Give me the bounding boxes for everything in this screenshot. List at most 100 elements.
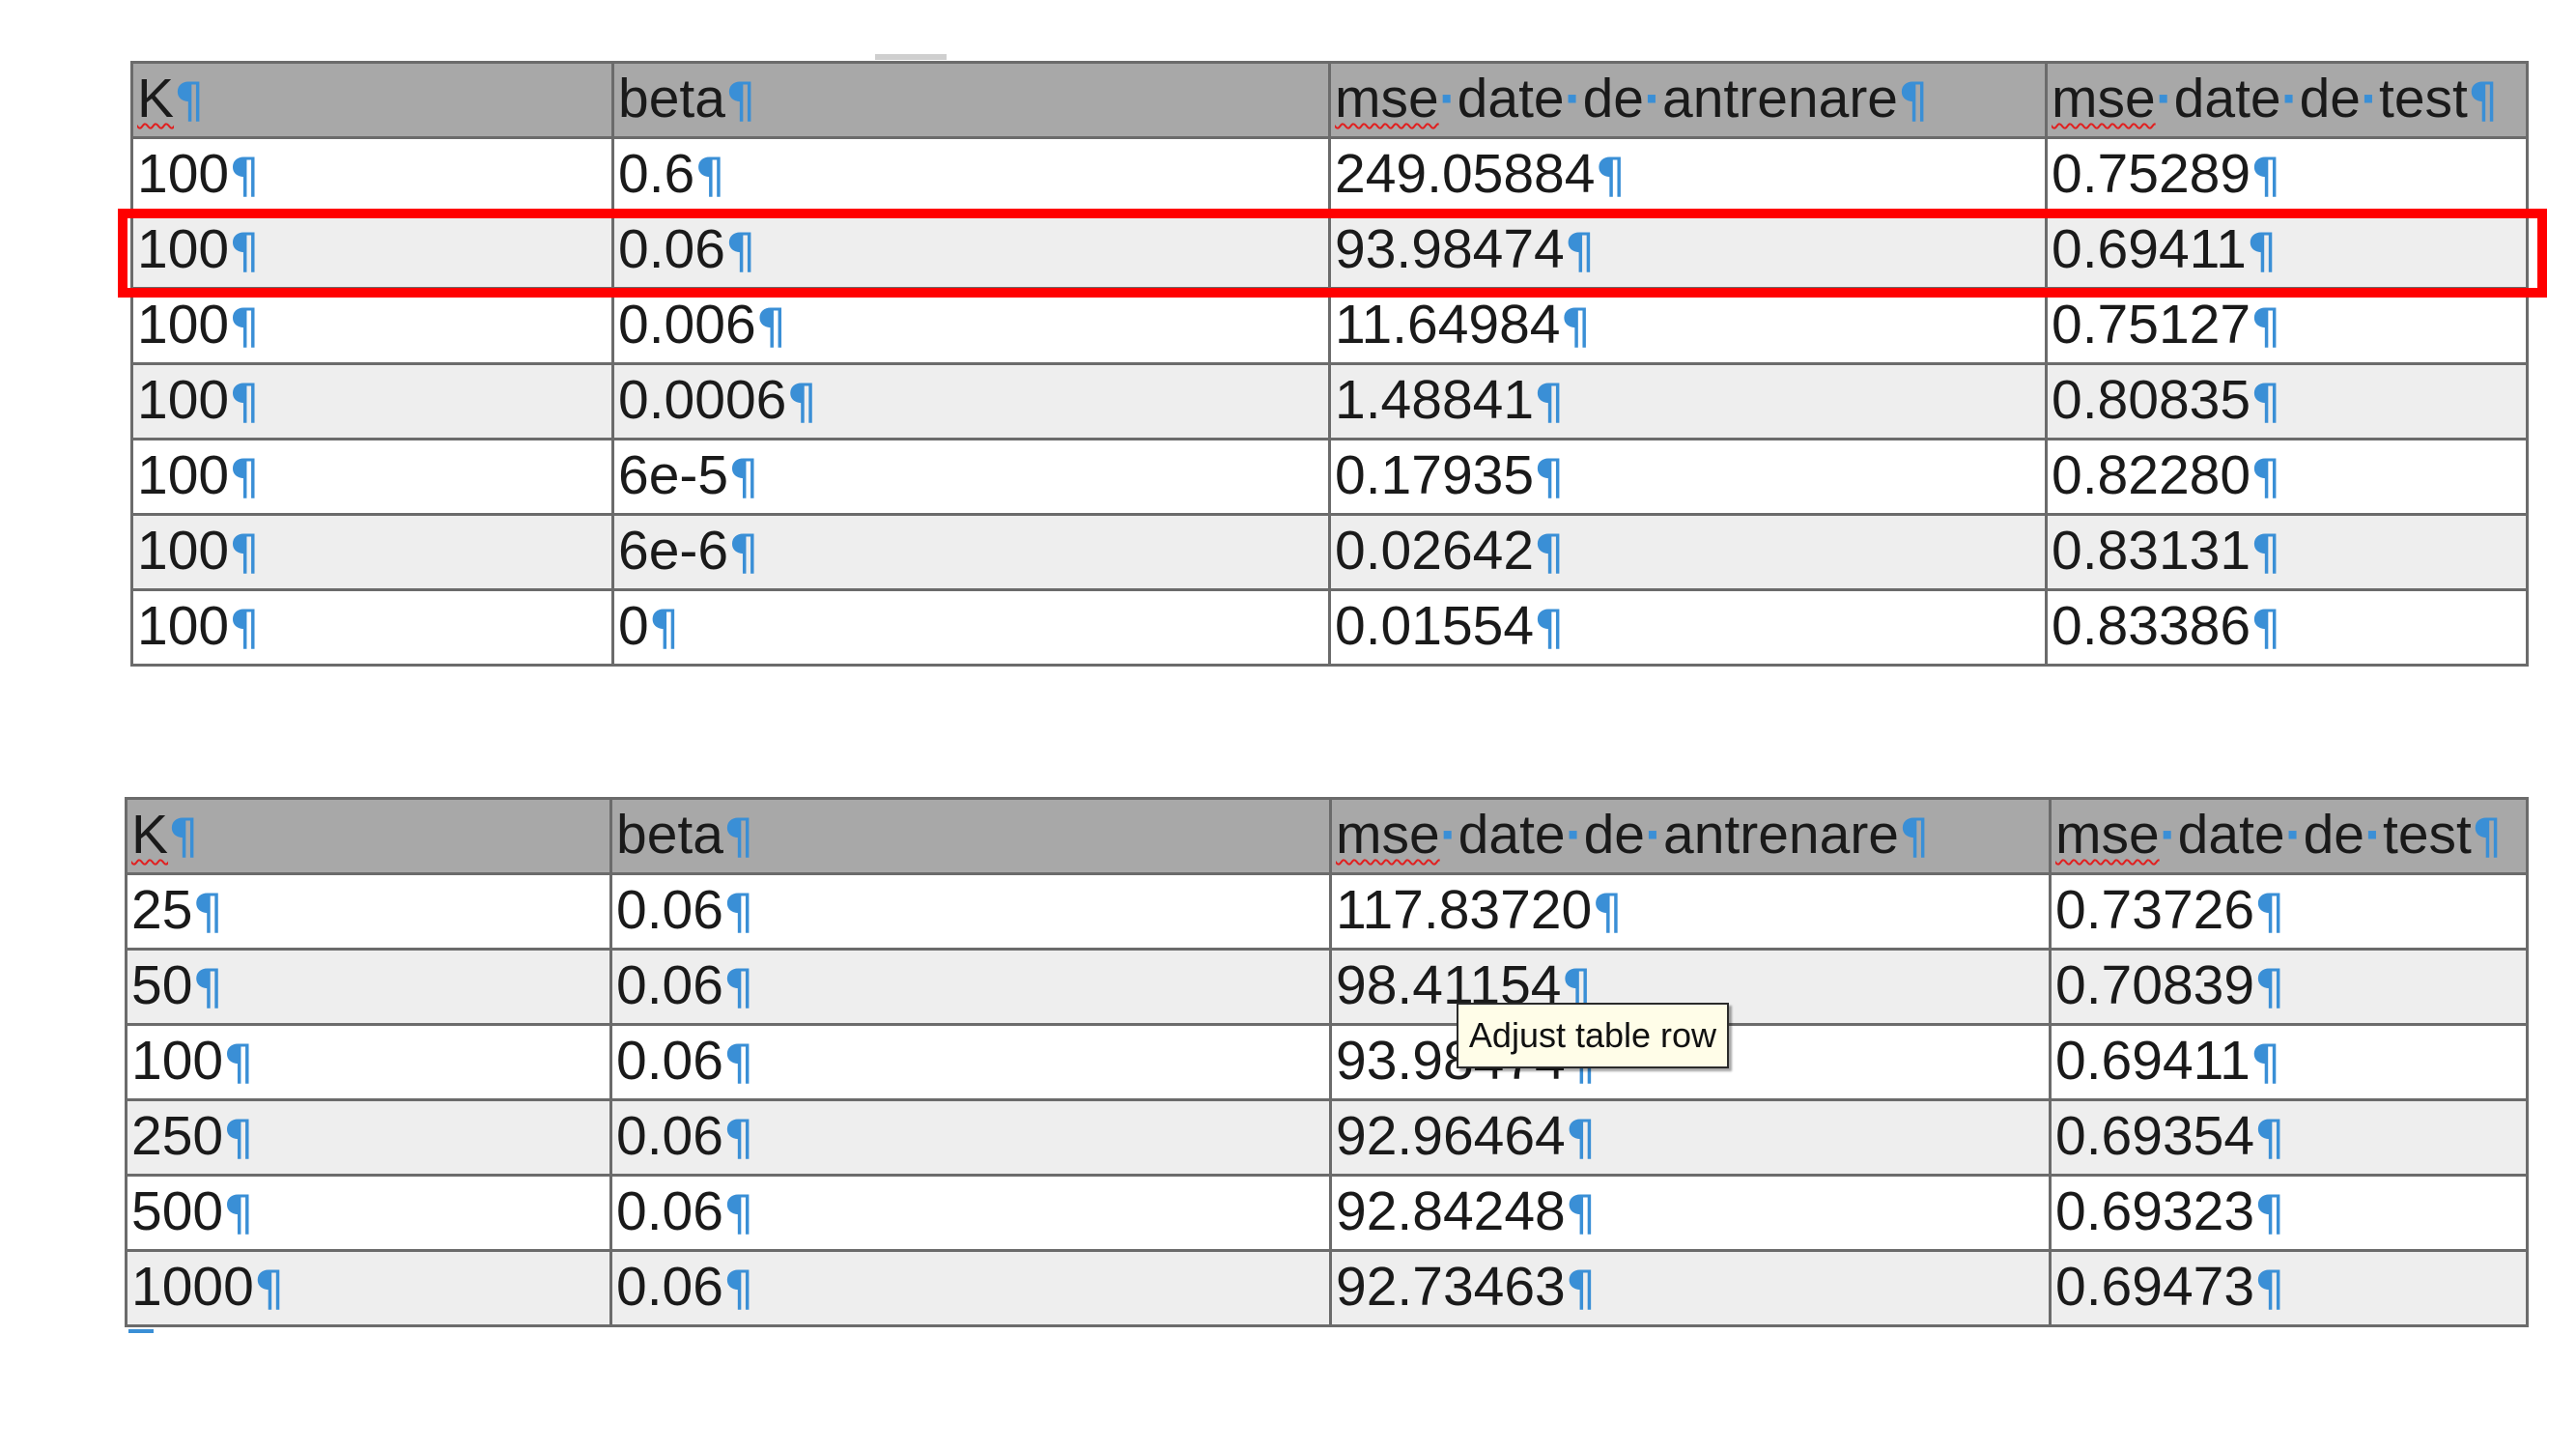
table-header-cell[interactable]: K¶ bbox=[125, 797, 612, 875]
cell-value: 0.83386 bbox=[2052, 595, 2251, 657]
cell-value: 0.73726 bbox=[2055, 879, 2255, 941]
table-cell[interactable]: 0.06¶ bbox=[609, 1174, 1332, 1252]
table-header-row: K¶ beta¶ mse·date·de·antrenare¶ mse·date·de… bbox=[130, 61, 2529, 139]
table-cell[interactable]: 0.06¶ bbox=[611, 212, 1331, 290]
pilcrow-icon: ¶ bbox=[722, 1261, 754, 1317]
table-cell[interactable]: 25¶ bbox=[125, 872, 612, 951]
pilcrow-icon: ¶ bbox=[223, 1110, 254, 1166]
table-cell[interactable]: 0.83131¶ bbox=[2045, 513, 2529, 591]
pilcrow-icon: ¶ bbox=[2254, 1185, 2285, 1241]
table-row[interactable]: 50¶ 0.06¶ 98.41154¶ 0.70839¶ bbox=[125, 948, 2529, 1026]
table-cell[interactable]: 100¶ bbox=[125, 1023, 612, 1101]
table-row[interactable]: 100¶ 0.0006¶ 1.48841¶ 0.80835¶ bbox=[130, 362, 2529, 440]
cell-value: 0.69473 bbox=[2055, 1256, 2255, 1318]
pilcrow-icon: ¶ bbox=[229, 525, 260, 581]
results-table-beta: K¶ beta¶ mse·date·de·antrenare¶ mse·date·de… bbox=[130, 61, 2529, 667]
space-mark-icon: · bbox=[2284, 804, 2304, 866]
table-cell[interactable]: 0.82280¶ bbox=[2045, 438, 2529, 516]
table-cell[interactable]: 0.02642¶ bbox=[1328, 513, 2048, 591]
table-cell[interactable]: 250¶ bbox=[125, 1098, 612, 1177]
table-cell[interactable]: 249.05884¶ bbox=[1328, 136, 2048, 214]
pilcrow-icon: ¶ bbox=[1899, 809, 1930, 865]
table-cell[interactable]: 500¶ bbox=[125, 1174, 612, 1252]
table-cell[interactable]: 0.83386¶ bbox=[2045, 588, 2529, 667]
cell-value: 0.06 bbox=[616, 1030, 723, 1092]
table-cell[interactable]: 92.73463¶ bbox=[1329, 1249, 2052, 1327]
table-cell[interactable]: 117.83720¶ bbox=[1329, 872, 2052, 951]
table-cell[interactable]: 1000¶ bbox=[125, 1249, 612, 1327]
table-header-cell[interactable]: mse·date·de·antrenare¶ bbox=[1328, 61, 2048, 139]
table-cell[interactable]: 50¶ bbox=[125, 948, 612, 1026]
table-cell[interactable]: 6e-6¶ bbox=[611, 513, 1331, 591]
cell-value: 1000 bbox=[131, 1256, 254, 1318]
table-row[interactable]: 250¶ 0.06¶ 92.96464¶ 0.69354¶ bbox=[125, 1098, 2529, 1177]
table-cell[interactable]: 6e-5¶ bbox=[611, 438, 1331, 516]
table-row[interactable]: 100¶ 0¶ 0.01554¶ 0.83386¶ bbox=[130, 588, 2529, 667]
space-mark-icon: · bbox=[1439, 804, 1458, 866]
table-cell[interactable]: 100¶ bbox=[130, 438, 614, 516]
table-cell[interactable]: 0.01554¶ bbox=[1328, 588, 2048, 667]
pilcrow-icon: ¶ bbox=[229, 148, 260, 204]
table-cell[interactable]: 0.80835¶ bbox=[2045, 362, 2529, 440]
table-cell[interactable]: 0.69473¶ bbox=[2049, 1249, 2529, 1327]
table-cell[interactable]: 0.0006¶ bbox=[611, 362, 1331, 440]
table-cell[interactable]: 0.6¶ bbox=[611, 136, 1331, 214]
pilcrow-icon: ¶ bbox=[2254, 884, 2285, 940]
table-cell[interactable]: 0.69411¶ bbox=[2045, 212, 2529, 290]
pilcrow-icon: ¶ bbox=[229, 449, 260, 505]
cell-value: 92.73463 bbox=[1336, 1256, 1566, 1318]
table-cell[interactable]: 100¶ bbox=[130, 362, 614, 440]
table-cell[interactable]: 100¶ bbox=[130, 588, 614, 667]
table-cell[interactable]: 0.06¶ bbox=[609, 1023, 1332, 1101]
table-header-cell[interactable]: K¶ bbox=[130, 61, 614, 139]
table-row[interactable]: 1000¶ 0.06¶ 92.73463¶ 0.69473¶ bbox=[125, 1249, 2529, 1327]
table-cell[interactable]: 0.75127¶ bbox=[2045, 287, 2529, 365]
space-mark-icon: · bbox=[1565, 804, 1584, 866]
cell-value: 0.83131 bbox=[2052, 520, 2251, 582]
table-cell[interactable]: 0.06¶ bbox=[609, 1249, 1332, 1327]
table-cell[interactable]: 0.006¶ bbox=[611, 287, 1331, 365]
table-cell[interactable]: 0.17935¶ bbox=[1328, 438, 2048, 516]
table-cell[interactable]: 0.70839¶ bbox=[2049, 948, 2529, 1026]
cell-value: 0 bbox=[618, 595, 649, 657]
header-label: K bbox=[137, 68, 175, 129]
table-row[interactable]: 100¶0.06¶93.98474¶0.69411¶ bbox=[125, 1023, 2529, 1101]
table-row[interactable]: 100¶ 0.6¶ 249.05884¶ 0.75289¶ bbox=[130, 136, 2529, 214]
table-cell[interactable]: 100¶ bbox=[130, 287, 614, 365]
cell-value: 0.06 bbox=[616, 1256, 723, 1318]
table-header-cell[interactable]: beta¶ bbox=[611, 61, 1331, 139]
table-row[interactable]: 100¶ 0.006¶ 11.64984¶ 0.75127¶ bbox=[130, 287, 2529, 365]
table-row[interactable]: 25¶ 0.06¶ 117.83720¶ 0.73726¶ bbox=[125, 872, 2529, 951]
pilcrow-icon: ¶ bbox=[253, 1261, 285, 1317]
table-header-cell[interactable]: mse·date·de·antrenare¶ bbox=[1329, 797, 2052, 875]
table-cell[interactable]: 0¶ bbox=[611, 588, 1331, 667]
space-mark-icon: · bbox=[1645, 804, 1663, 866]
table-cell[interactable]: 0.06¶ bbox=[609, 1098, 1332, 1177]
table-cell[interactable]: 0.69411¶ bbox=[2049, 1023, 2529, 1101]
table-row[interactable]: 500¶ 0.06¶ 92.84248¶ 0.69323¶ bbox=[125, 1174, 2529, 1252]
table-cell[interactable]: 93.98474¶ bbox=[1328, 212, 2048, 290]
table-cell[interactable]: 1.48841¶ bbox=[1328, 362, 2048, 440]
table-header-cell[interactable]: mse·date·de·test¶ bbox=[2049, 797, 2529, 875]
table-cell[interactable]: 100¶ bbox=[130, 212, 614, 290]
table-row[interactable]: 100¶ 6e-6¶ 0.02642¶ 0.83131¶ bbox=[130, 513, 2529, 591]
table-cell[interactable]: 0.75289¶ bbox=[2045, 136, 2529, 214]
table-cell[interactable]: 0.69354¶ bbox=[2049, 1098, 2529, 1177]
table-cell[interactable]: 0.73726¶ bbox=[2049, 872, 2529, 951]
table-cell[interactable]: 100¶ bbox=[130, 513, 614, 591]
table-row[interactable]: 100¶ 6e-5¶ 0.17935¶ 0.82280¶ bbox=[130, 438, 2529, 516]
table-cell[interactable]: 100¶ bbox=[130, 136, 614, 214]
table-header-cell[interactable]: mse·date·de·test¶ bbox=[2045, 61, 2529, 139]
table-cell[interactable]: 92.84248¶ bbox=[1329, 1174, 2052, 1252]
table-cell[interactable]: 0.06¶ bbox=[609, 948, 1332, 1026]
table-header-cell[interactable]: beta¶ bbox=[609, 797, 1332, 875]
space-mark-icon: · bbox=[2280, 68, 2300, 129]
table-cell[interactable]: 0.06¶ bbox=[609, 872, 1332, 951]
table-cell[interactable]: 0.69323¶ bbox=[2049, 1174, 2529, 1252]
cell-value: 0.70839 bbox=[2055, 954, 2255, 1016]
table-cell[interactable]: 92.96464¶ bbox=[1329, 1098, 2052, 1177]
cell-value: 0.69354 bbox=[2055, 1105, 2255, 1167]
space-mark-icon: · bbox=[1564, 68, 1583, 129]
table-cell[interactable]: 11.64984¶ bbox=[1328, 287, 2048, 365]
table-row[interactable]: 100¶0.06¶93.98474¶0.69411¶ bbox=[130, 212, 2529, 290]
